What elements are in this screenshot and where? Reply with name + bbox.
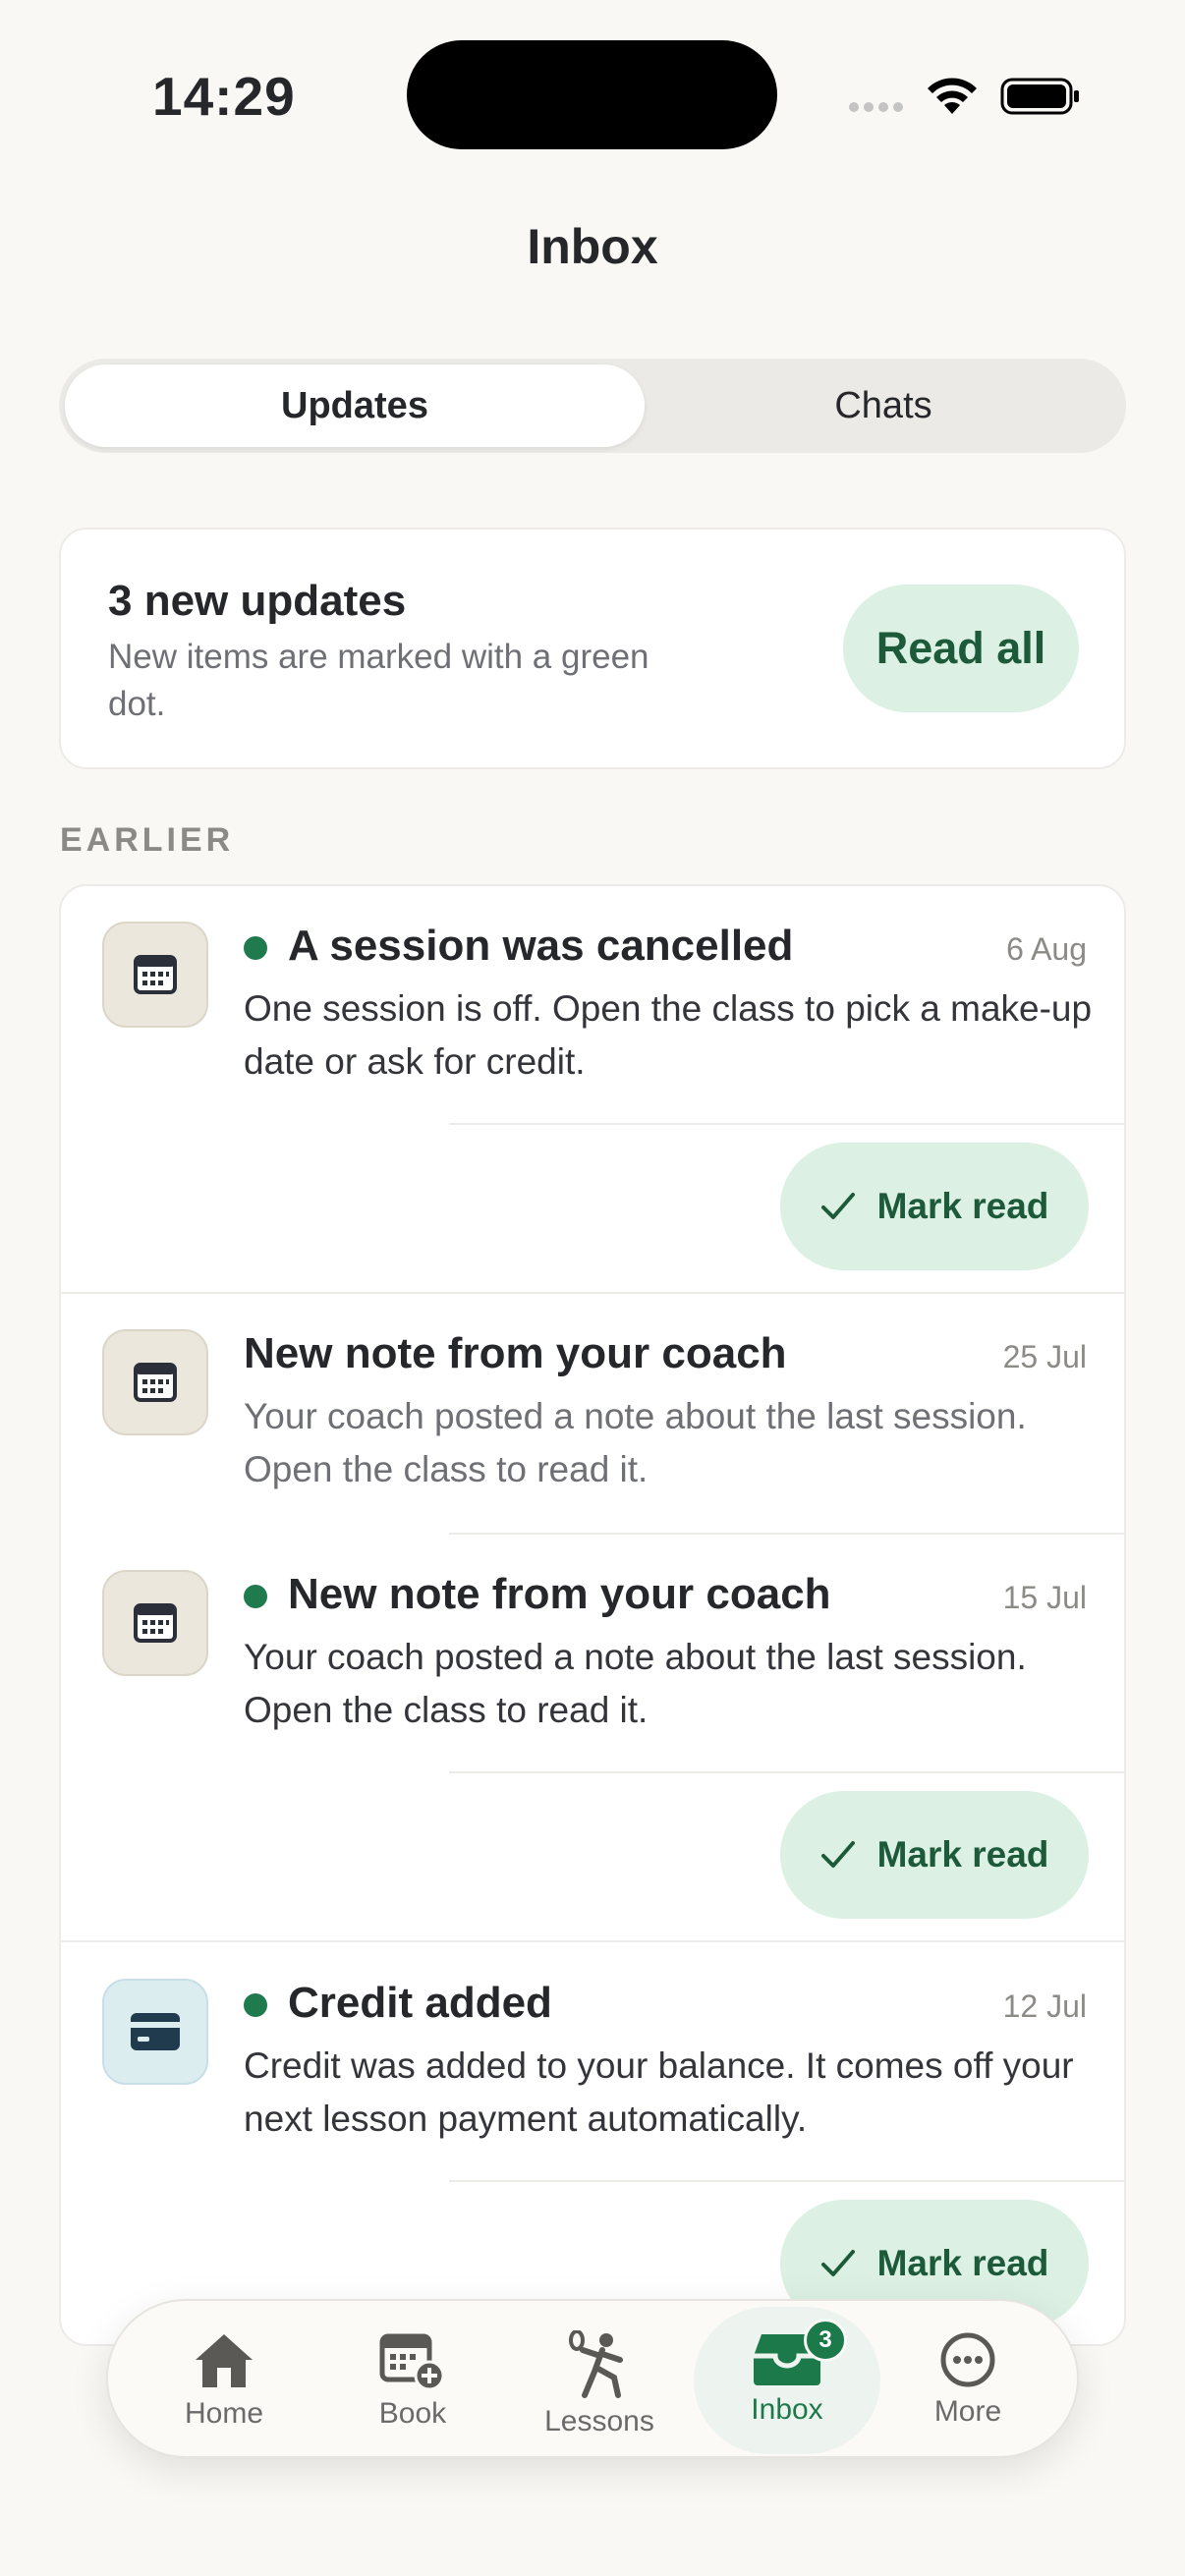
mark-read-button[interactable]: Mark read: [780, 1791, 1089, 1919]
item-title: New note from your coach: [244, 1329, 787, 1377]
summary-subtitle: New items are marked with a green dot.: [108, 638, 649, 723]
list-item[interactable]: Credit added 12 Jul Credit was added to …: [61, 1943, 1124, 2344]
read-all-button[interactable]: Read all: [843, 585, 1079, 712]
check-icon: [820, 1193, 855, 1219]
notification-list: A session was cancelled 6 Aug One sessio…: [59, 884, 1126, 2346]
calendar-icon: [102, 922, 208, 1028]
tab-more[interactable]: More: [875, 2301, 1061, 2460]
calendar-add-icon: [379, 2333, 445, 2391]
divider: [61, 1940, 1124, 1942]
divider: [449, 1771, 1124, 1773]
home-icon: [196, 2334, 253, 2387]
check-icon: [820, 2250, 855, 2276]
status-time: 14:29: [152, 66, 296, 127]
calendar-icon: [102, 1329, 208, 1435]
item-date: 15 Jul: [1002, 1580, 1087, 1615]
list-item[interactable]: New note from your coach 25 Jul Your coa…: [61, 1294, 1124, 1536]
item-date: 6 Aug: [1006, 931, 1087, 967]
tab-label: Inbox: [751, 2393, 823, 2426]
item-title: A session was cancelled: [288, 922, 794, 970]
tab-label: Home: [184, 2397, 264, 2430]
item-date: 12 Jul: [1002, 1988, 1087, 2024]
divider: [449, 1123, 1124, 1125]
tab-label: Lessons: [544, 2405, 654, 2437]
check-icon: [820, 1841, 855, 1868]
unread-dot: [244, 936, 267, 960]
tab-updates[interactable]: Updates: [65, 364, 645, 447]
summary-title: 3 new updates: [108, 577, 407, 625]
list-item[interactable]: A session was cancelled 6 Aug One sessio…: [61, 886, 1124, 1294]
signal-icon: [849, 102, 903, 112]
mark-read-button[interactable]: Mark read: [780, 1143, 1089, 1270]
dynamic-island: [407, 40, 777, 149]
segmented-control: Updates Chats: [59, 359, 1126, 453]
unread-dot: [244, 1585, 267, 1608]
page-title: Inbox: [527, 219, 658, 274]
item-title: New note from your coach: [288, 1570, 831, 1618]
mark-read-label: Mark read: [876, 1186, 1049, 1226]
item-body: Your coach posted a note about the last …: [244, 1396, 1027, 1489]
list-item[interactable]: New note from your coach 15 Jul Your coa…: [61, 1535, 1124, 1942]
updates-summary-card: 3 new updates New items are marked with …: [59, 528, 1126, 769]
credit-card-icon: [102, 1979, 208, 2085]
tab-chats[interactable]: Chats: [647, 364, 1120, 447]
mark-read-label: Mark read: [876, 1834, 1049, 1875]
tab-book[interactable]: Book: [319, 2301, 506, 2460]
item-body: Your coach posted a note about the last …: [244, 1637, 1027, 1730]
tab-lessons[interactable]: Lessons: [506, 2301, 693, 2460]
wifi-icon: [928, 78, 977, 114]
tab-inbox[interactable]: 3 Inbox: [694, 2307, 880, 2454]
item-body: Credit was added to your balance. It com…: [244, 2045, 1074, 2139]
tab-home[interactable]: Home: [131, 2301, 317, 2460]
mark-read-label: Mark read: [876, 2243, 1049, 2283]
unread-dot: [244, 1993, 267, 2017]
item-date: 25 Jul: [1002, 1339, 1087, 1374]
tab-label: More: [933, 2395, 1002, 2428]
section-label: EARLIER: [60, 821, 235, 859]
more-icon: [940, 2332, 995, 2387]
tennis-player-icon: [569, 2330, 623, 2398]
divider: [449, 2180, 1124, 2182]
battery-icon: [1000, 78, 1079, 115]
unread-count-badge: 3: [804, 2319, 847, 2362]
item-body: One session is off. Open the class to pi…: [244, 988, 1093, 1082]
bottom-tab-bar: Home Book Lessons 3 Inbox More: [106, 2299, 1079, 2458]
calendar-icon: [102, 1570, 208, 1676]
item-title: Credit added: [288, 1979, 552, 2027]
tab-label: Book: [378, 2397, 447, 2430]
